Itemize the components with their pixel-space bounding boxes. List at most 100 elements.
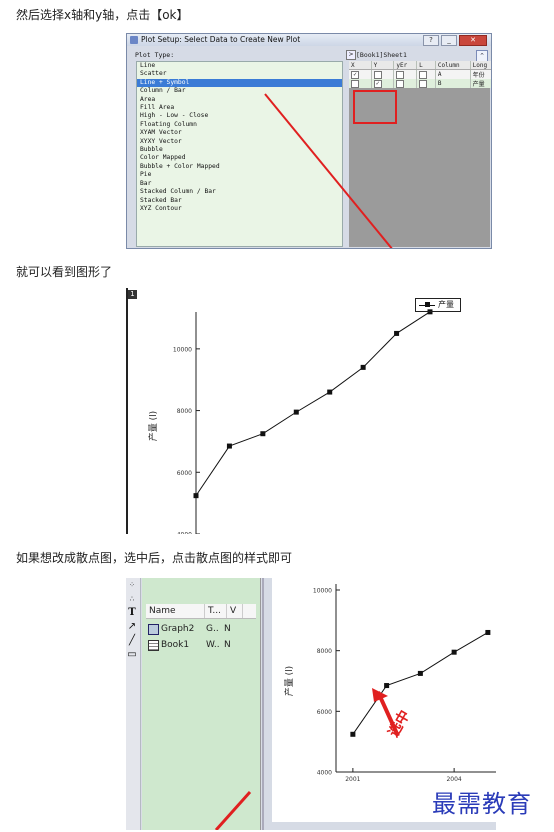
y-tick-label: 8000: [177, 408, 192, 415]
app-icon: [130, 36, 138, 44]
explorer-row-book1[interactable]: Book1 W.. N: [146, 638, 256, 652]
col-type[interactable]: T...: [205, 604, 227, 618]
data-reader-icon[interactable]: ∴: [126, 592, 138, 606]
x-cell[interactable]: [349, 79, 372, 88]
y-tick-label: 10000: [313, 588, 332, 595]
plot-type-item[interactable]: Bubble + Color Mapped: [137, 163, 342, 171]
plot-type-item[interactable]: Bar: [137, 180, 342, 188]
x-cell[interactable]: ✓: [349, 69, 372, 79]
arrow-tool-icon[interactable]: ↗: [126, 620, 138, 634]
legend[interactable]: 产量: [415, 298, 461, 312]
explorer-row-graph2[interactable]: Graph2 G.. N: [146, 622, 256, 636]
plot-type-list[interactable]: Line Scatter Line + Symbol Column / Bar Area…: [136, 61, 343, 247]
x-checkbox[interactable]: [351, 79, 359, 88]
plot-type-item[interactable]: Line + Symbol: [137, 78, 342, 88]
data-point: [451, 649, 457, 655]
yerr-checkbox[interactable]: [396, 70, 405, 79]
data-point: [417, 670, 423, 676]
caption-step1: 然后选择x轴和y轴，点击【ok】: [16, 8, 189, 22]
data-point: [394, 330, 400, 336]
y-cell[interactable]: [371, 69, 395, 79]
plot-type-item[interactable]: Bubble: [137, 146, 342, 154]
series-line: [352, 632, 489, 735]
y-tick-label: 4000: [177, 532, 192, 535]
y-tick-label: 10000: [173, 346, 192, 353]
y-checkbox[interactable]: ✓: [373, 79, 382, 88]
caption-step3: 如果想改成散点图，选中后，点击散点图的样式即可: [16, 551, 293, 565]
yerr-cell[interactable]: [393, 69, 418, 79]
yerr-cell[interactable]: [393, 79, 418, 88]
caption-step2: 就可以看到图形了: [16, 265, 113, 279]
plot-type-item[interactable]: Line: [137, 62, 342, 70]
col-name[interactable]: Name: [146, 604, 205, 618]
close-button[interactable]: ✕: [459, 35, 487, 46]
line-graph-window: 1 40006000800010000产量 (l) 产量: [126, 288, 492, 534]
data-point: [327, 389, 333, 395]
l-cell[interactable]: [416, 79, 436, 88]
workbook-icon: [148, 639, 159, 651]
plot-type-item[interactable]: Color Mapped: [137, 154, 342, 162]
plot-type-item[interactable]: High - Low - Close: [137, 112, 342, 120]
yerr-checkbox[interactable]: [396, 79, 405, 88]
l-checkbox[interactable]: [419, 79, 428, 88]
plot-type-item[interactable]: XYZ Contour: [137, 205, 342, 213]
y-cell[interactable]: ✓: [371, 79, 395, 88]
grid-header: Long Name: [470, 61, 491, 70]
series-line: [195, 311, 431, 496]
pointer-tool-icon[interactable]: ⁘: [126, 578, 138, 592]
y-checkbox[interactable]: [373, 70, 382, 79]
grid-header: L: [416, 61, 436, 70]
plot-type-item[interactable]: Column / Bar: [137, 87, 342, 95]
plot-type-item[interactable]: Fill Area: [137, 104, 342, 112]
grid-row[interactable]: ✓A年份20011: [349, 69, 491, 79]
plot-type-item[interactable]: XYAM Vector: [137, 129, 342, 137]
row-view: N: [224, 624, 231, 634]
row-name: Book1: [161, 640, 190, 650]
col-view[interactable]: V: [227, 604, 243, 618]
y-tick-label: 6000: [317, 709, 332, 716]
column-cell: B: [435, 79, 471, 88]
text-tool-icon[interactable]: T: [126, 606, 138, 620]
expand-arrow-icon[interactable]: >: [346, 50, 356, 60]
grid-header: X: [349, 61, 372, 70]
plot-type-item[interactable]: Stacked Bar: [137, 197, 342, 205]
plot-type-label: Plot Type:: [135, 51, 175, 59]
data-point: [384, 683, 390, 689]
graph-icon: [148, 623, 159, 635]
l-cell[interactable]: [416, 69, 436, 79]
y-axis-label: 产量 (l): [147, 411, 159, 441]
data-point: [226, 443, 232, 449]
data-point: [293, 409, 299, 415]
plot-type-item[interactable]: XYXY Vector: [137, 138, 342, 146]
row-type: W..: [206, 640, 220, 650]
line-chart[interactable]: 4000 6000 8000 10000 产量 (l): [126, 288, 492, 534]
minimize-button[interactable]: _: [441, 35, 457, 46]
plot-type-item[interactable]: Area: [137, 96, 342, 104]
plot-type-item[interactable]: Pie: [137, 171, 342, 179]
plot-type-item[interactable]: Floating Column: [137, 121, 342, 129]
grid-row[interactable]: ✓B产量52432: [349, 79, 491, 88]
explorer-header: Name T... V: [146, 604, 256, 619]
column-cell: A: [435, 69, 471, 79]
plot-setup-dialog: Plot Setup: Select Data to Create New Pl…: [126, 33, 492, 249]
dialog-title: Plot Setup: Select Data to Create New Pl…: [141, 35, 301, 44]
row-type: G..: [206, 624, 219, 634]
row-view: N: [224, 640, 231, 650]
plot-type-item[interactable]: Scatter: [137, 70, 342, 78]
x-tick-label: 2001: [345, 776, 360, 783]
column-grid: XYyErLColumnLong Name1st Data ValuePosit…: [349, 61, 491, 247]
l-checkbox[interactable]: [419, 70, 428, 79]
dialog-titlebar: Plot Setup: Select Data to Create New Pl…: [127, 34, 491, 46]
line-tool-icon[interactable]: ╱: [126, 634, 138, 648]
rectangle-tool-icon[interactable]: ▭: [126, 648, 138, 662]
watermark: 最需教育: [432, 790, 532, 818]
legend-label: 产量: [438, 300, 454, 309]
y-tick-label: 8000: [317, 648, 332, 655]
long-name-cell: 年份: [470, 69, 491, 79]
y-tick-label: 4000: [317, 770, 332, 777]
plot-type-item[interactable]: Stacked Column / Bar: [137, 188, 342, 196]
help-button[interactable]: ?: [423, 35, 439, 46]
red-arrow: [214, 790, 252, 830]
x-checkbox[interactable]: ✓: [351, 70, 359, 79]
data-point: [350, 731, 356, 737]
